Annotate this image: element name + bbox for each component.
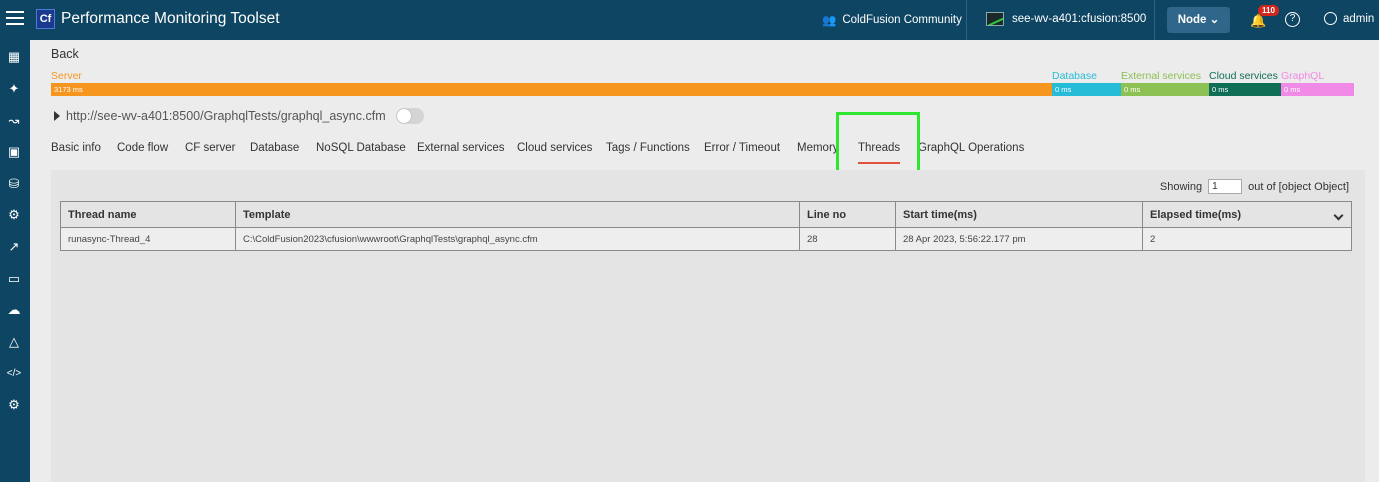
column-header-thread-name[interactable]: Thread name (60, 201, 236, 228)
request-url: http://see-wv-a401:8500/GraphqlTests/gra… (66, 109, 386, 123)
database-segment: 0 ms (1052, 83, 1121, 96)
tab-tags-functions[interactable]: Tags / Functions (606, 142, 690, 154)
tab-basic-info[interactable]: Basic info (51, 142, 101, 154)
node-label: Node (1177, 14, 1207, 26)
chevron-down-icon[interactable] (1333, 210, 1344, 220)
external-segment: 0 ms (1121, 83, 1209, 96)
app-title: Performance Monitoring Toolset (61, 10, 280, 27)
help-icon[interactable]: ? (1285, 12, 1300, 27)
template-cell: C:\ColdFusion2023\cfusion\wwwroot\Graphq… (235, 227, 800, 251)
threads-panel: Showing 1 out of [object Object] Thread … (51, 170, 1365, 482)
community-link[interactable]: 👥 ColdFusion Community (822, 13, 962, 27)
db-settings-icon[interactable]: ⚙ (5, 206, 23, 224)
tab-graphql-operations[interactable]: GraphQL Operations (918, 142, 1024, 154)
chevron-down-icon: ⌄ (1209, 14, 1220, 26)
tab-memory[interactable]: Memory (797, 142, 839, 154)
line-no-cell: 28 (799, 227, 896, 251)
cloud-segment: 0 ms (1209, 83, 1281, 96)
topology-icon[interactable]: ✦ (5, 80, 23, 98)
thread-name-cell: runasync-Thread_4 (60, 227, 236, 251)
request-url-row: http://see-wv-a401:8500/GraphqlTests/gra… (54, 108, 424, 124)
database-legend-label: Database (1052, 70, 1097, 82)
server-name: see-wv-a401:cfusion:8500 (1012, 13, 1147, 25)
showing-label: Showing (1159, 180, 1203, 193)
column-header-elapsed-time[interactable]: Elapsed time(ms) (1142, 201, 1352, 228)
database-icon[interactable]: ⛁ (5, 175, 23, 193)
tab-database[interactable]: Database (250, 142, 299, 154)
export-icon[interactable]: ↗ (5, 238, 23, 256)
tablet-icon[interactable]: ▭ (5, 270, 23, 288)
user-menu[interactable]: admin (1324, 12, 1374, 25)
table-header-row: Thread name Template Line no Start time(… (60, 201, 1352, 228)
server-status-icon (986, 12, 1004, 26)
header-divider (1154, 0, 1155, 40)
tab-cloud-services[interactable]: Cloud services (517, 142, 592, 154)
page-number-input[interactable]: 1 (1208, 179, 1243, 194)
people-icon: 👥 (822, 15, 837, 27)
cloud-legend-label: Cloud services (1209, 70, 1278, 82)
node-dropdown[interactable]: Node ⌄ (1167, 7, 1230, 33)
dashboard-icon[interactable]: ▦ (5, 48, 23, 66)
tab-cf-server[interactable]: CF server (185, 142, 235, 154)
external-legend-label: External services (1121, 70, 1201, 82)
column-header-line-no[interactable]: Line no (799, 201, 896, 228)
user-name: admin (1343, 12, 1375, 25)
threads-table: Thread name Template Line no Start time(… (60, 201, 1352, 251)
server-legend-label: Server (51, 70, 82, 82)
code-icon[interactable]: </> (5, 365, 23, 383)
tab-code-flow[interactable]: Code flow (117, 142, 168, 154)
network-icon[interactable]: △ (5, 333, 23, 351)
elapsed-time-cell: 2 (1142, 227, 1352, 251)
coldfusion-logo: Cf (36, 9, 55, 29)
tab-external-services[interactable]: External services (417, 142, 505, 154)
expand-caret-icon[interactable] (54, 111, 60, 121)
header-divider (966, 0, 967, 40)
toggle-switch[interactable] (395, 108, 424, 124)
server-selector[interactable]: see-wv-a401:cfusion:8500 (986, 12, 1146, 26)
cf-server-icon[interactable]: ▣ (5, 143, 23, 161)
time-breakdown-bar: 3173 ms 0 ms 0 ms 0 ms 0 ms (51, 83, 1354, 96)
graphql-legend-label: GraphQL (1281, 70, 1325, 82)
start-time-cell: 28 Apr 2023, 5:56:22.177 pm (895, 227, 1143, 251)
column-header-template[interactable]: Template (235, 201, 800, 228)
back-link[interactable]: Back (51, 47, 79, 61)
menu-icon[interactable] (6, 11, 24, 25)
settings-icon[interactable]: ⚙ (5, 396, 23, 414)
page-total-label: out of [object Object] (1248, 180, 1349, 193)
main-content: Back Server Database External services C… (30, 40, 1379, 482)
graph-icon[interactable]: ↝ (5, 112, 23, 130)
pagination: Showing 1 out of [object Object] (1160, 179, 1349, 194)
column-header-start-time[interactable]: Start time(ms) (895, 201, 1143, 228)
graphql-segment: 0 ms (1281, 83, 1354, 96)
breakdown-legend: Server Database External services Cloud … (51, 70, 1354, 82)
server-segment: 3173 ms (51, 83, 1052, 96)
top-header: Cf Performance Monitoring Toolset 👥 Cold… (0, 0, 1379, 40)
user-icon (1324, 12, 1337, 25)
cloud-icon[interactable]: ☁ (5, 301, 23, 319)
sidebar: ▦ ✦ ↝ ▣ ⛁ ⚙ ↗ ▭ ☁ △ </> ⚙ (0, 40, 30, 482)
tab-error-timeout[interactable]: Error / Timeout (704, 142, 780, 154)
table-row[interactable]: runasync-Thread_4 C:\ColdFusion2023\cfus… (60, 227, 1352, 251)
notification-badge: 110 (1258, 5, 1279, 16)
highlight-box (836, 112, 920, 177)
community-label: ColdFusion Community (842, 14, 962, 26)
tab-nosql-database[interactable]: NoSQL Database (316, 142, 406, 154)
